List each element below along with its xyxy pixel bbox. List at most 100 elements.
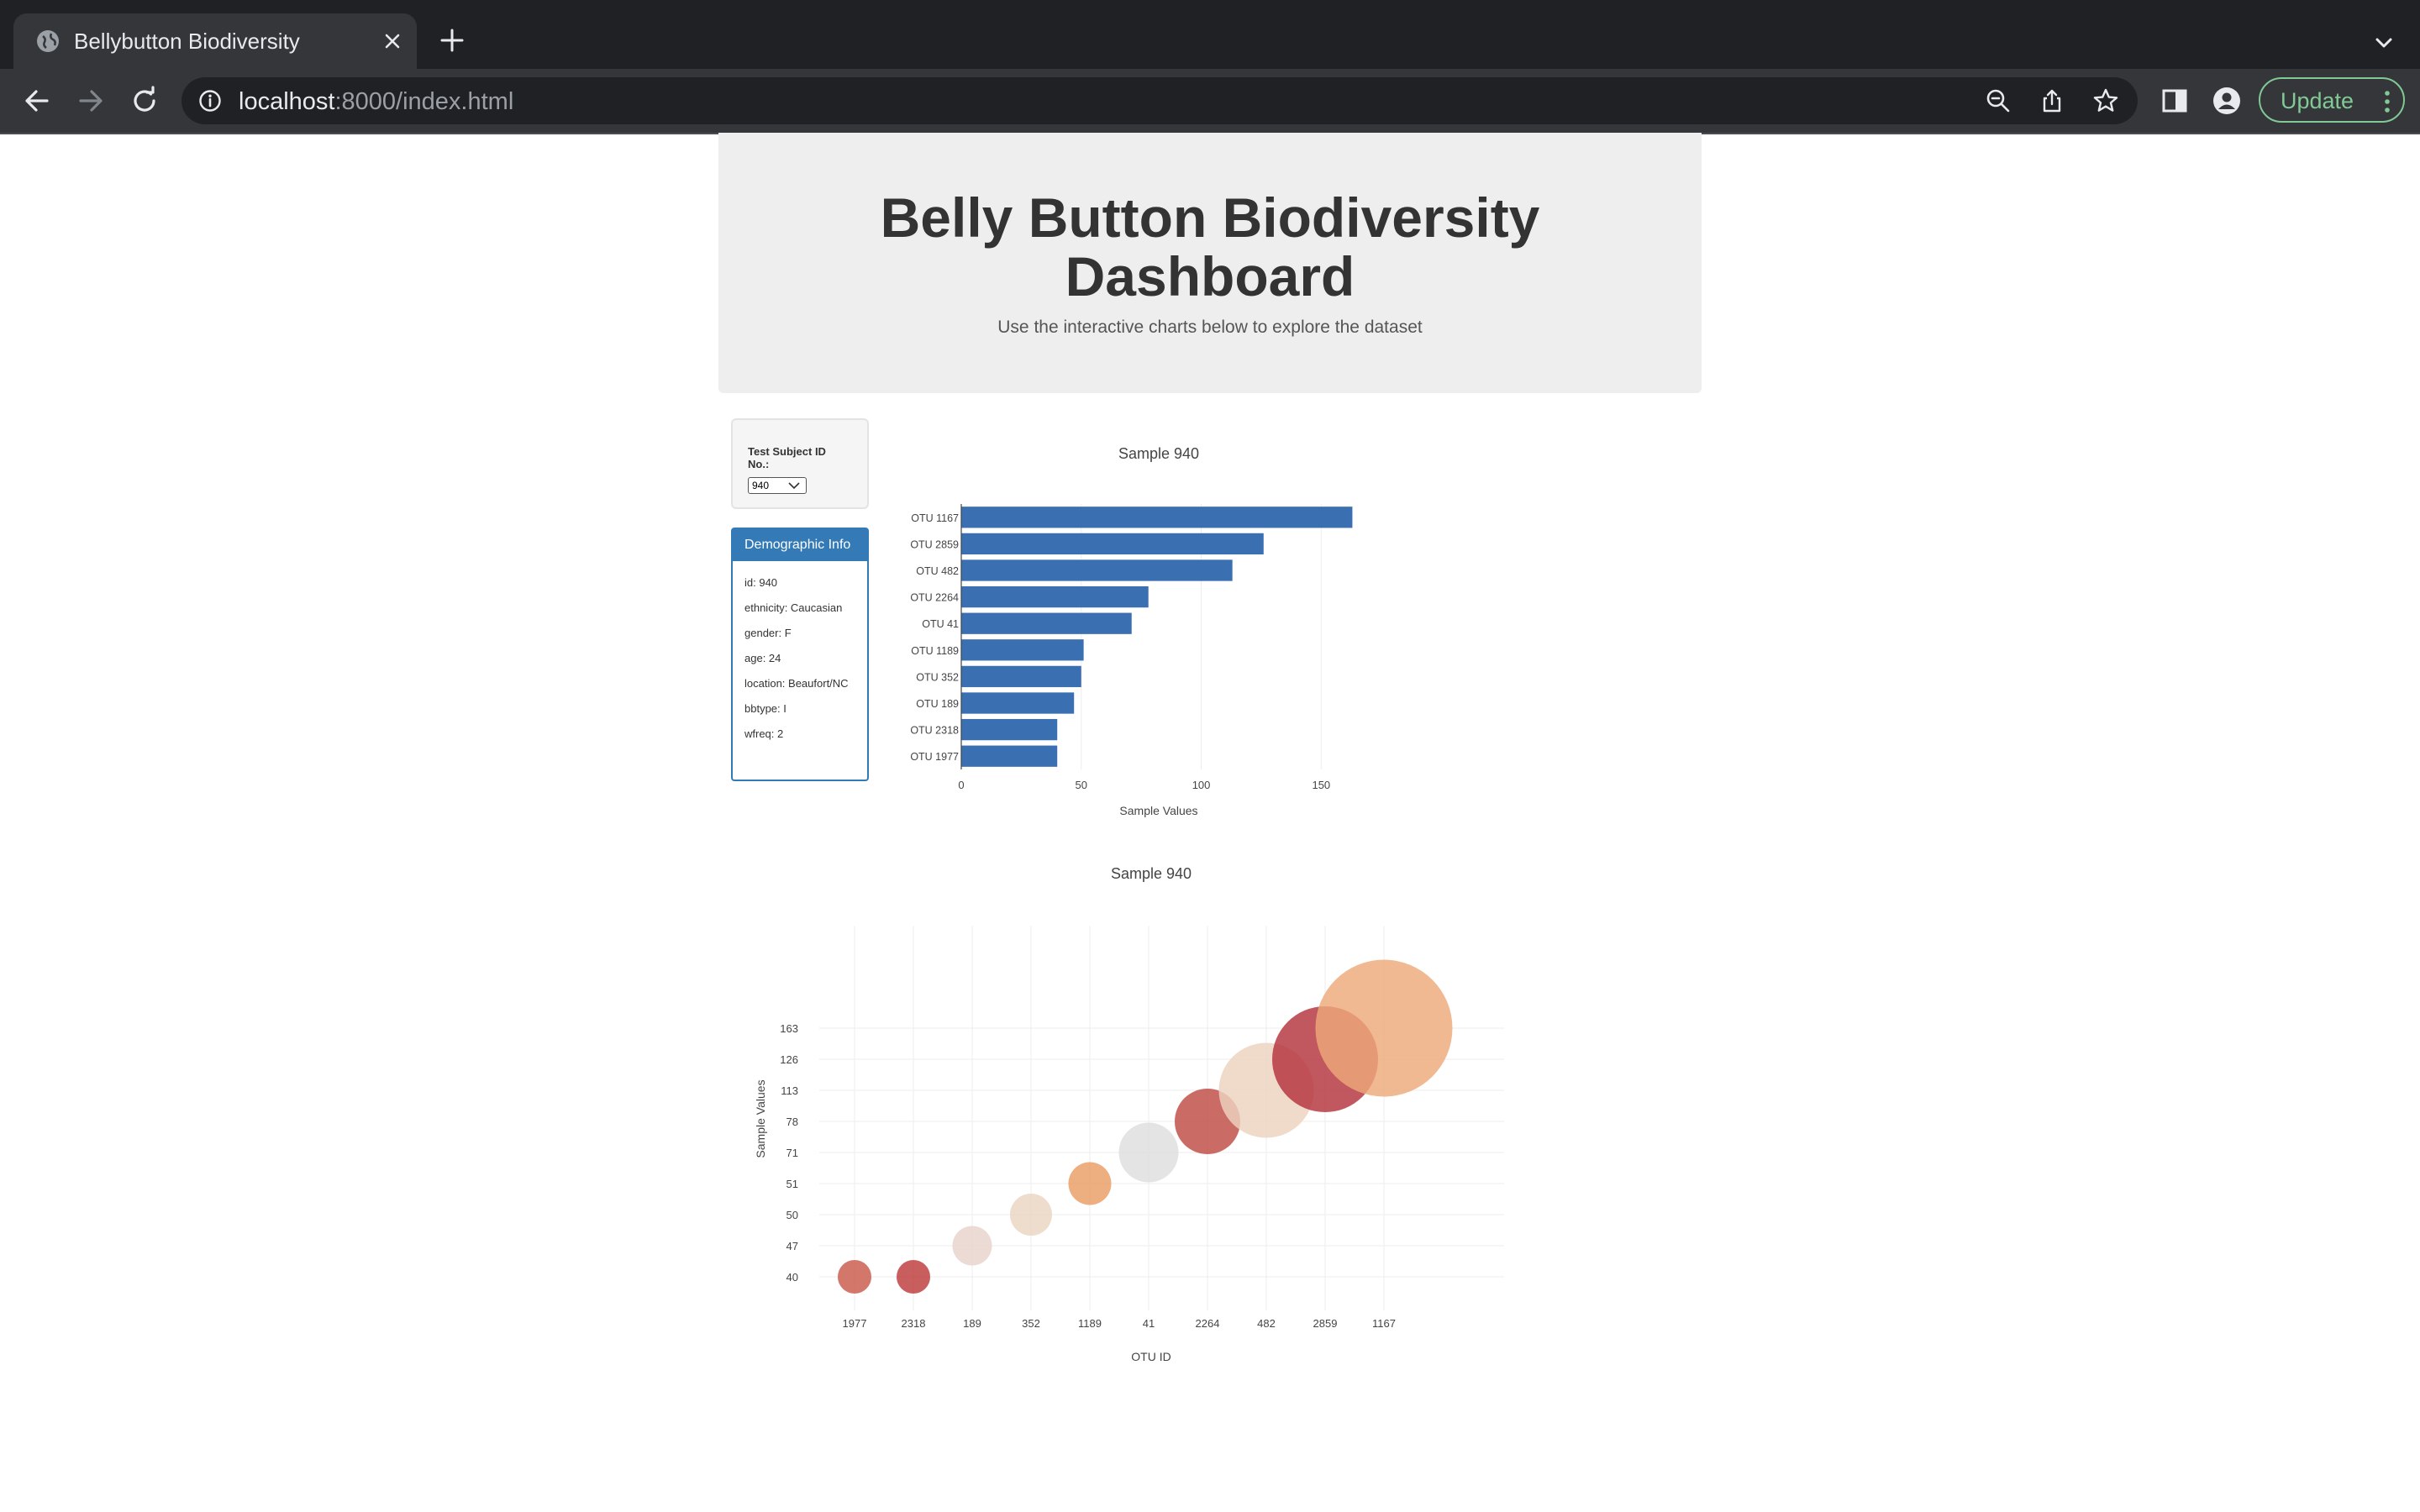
- address-bar[interactable]: localhost :8000/index.html: [182, 77, 2138, 124]
- bubble-x-tick-label-3: 352: [1022, 1317, 1040, 1330]
- update-button[interactable]: Update: [2259, 77, 2405, 123]
- bubble-y-tick-label-8: 163: [780, 1022, 798, 1035]
- url-host: localhost: [239, 88, 335, 115]
- subject-selector-label: Test Subject ID No.:: [748, 445, 826, 470]
- browser-toolbar: localhost :8000/index.html Update: [0, 69, 2420, 134]
- bubble-9: [1315, 959, 1453, 1097]
- bubble-y-tick-label-1: 47: [786, 1240, 798, 1252]
- bar-y-tick-label-2: OTU 482: [916, 565, 959, 577]
- bar-3: [961, 585, 1149, 608]
- bar-x-tick-label-2: 100: [1192, 779, 1211, 791]
- bar-4: [961, 612, 1132, 634]
- bubble-y-tick-label-7: 126: [780, 1053, 798, 1066]
- bubble-y-tick-label-2: 50: [786, 1209, 798, 1221]
- demo-row-ethnicity: ethnicity: Caucasian: [744, 601, 843, 614]
- profile-avatar-icon[interactable]: [2212, 86, 2242, 116]
- demo-row-bbtype: bbtype: I: [744, 702, 786, 715]
- zoom-out-icon[interactable]: [1985, 87, 2012, 114]
- bar-chart-title: Sample 940: [1118, 445, 1199, 462]
- more-vert-icon[interactable]: [2376, 89, 2398, 114]
- bar-y-tick-label-1: OTU 2859: [910, 538, 959, 550]
- demo-row-age: age: 24: [744, 652, 781, 664]
- demo-row-wfreq: wfreq: 2: [744, 727, 784, 740]
- globe-icon: [37, 30, 59, 52]
- side-panel-icon[interactable]: [2160, 86, 2190, 116]
- star-bookmark-icon[interactable]: [2092, 87, 2119, 114]
- bar-0: [961, 507, 1353, 528]
- bubble-2: [952, 1226, 992, 1266]
- bar-y-tick-label-4: OTU 41: [922, 618, 959, 630]
- bar-1: [961, 533, 1264, 555]
- bubble-x-tick-label-2: 189: [963, 1317, 981, 1330]
- bubble-y-axis-label: Sample Values: [754, 1079, 767, 1158]
- bubble-x-tick-label-8: 2859: [1313, 1317, 1338, 1330]
- share-icon[interactable]: [2039, 87, 2065, 114]
- bubble-x-tick-label-1: 2318: [902, 1317, 926, 1330]
- bubble-x-tick-label-9: 1167: [1372, 1317, 1396, 1330]
- bubble-x-tick-label-5: 41: [1143, 1317, 1155, 1330]
- forward-arrow-icon[interactable]: [74, 84, 108, 118]
- header-jumbotron: Belly Button Biodiversity Dashboard Use …: [718, 133, 1702, 393]
- bubble-x-tick-label-6: 2264: [1196, 1317, 1220, 1330]
- bar-x-tick-label-3: 150: [1312, 779, 1330, 791]
- top10-otu-bar-chart: Sample 940 0 50 100 150 OTU 1167 OTU 2859 OTU 4…: [910, 445, 1353, 817]
- page-title-line1: Belly Button Biodiversity: [880, 186, 1540, 249]
- bar-7: [961, 692, 1075, 714]
- page-title-line2: Dashboard: [1065, 245, 1355, 307]
- bar-y-tick-label-0: OTU 1167: [911, 512, 959, 524]
- bar-y-tick-label-9: OTU 1977: [910, 751, 959, 763]
- bar-x-tick-label-0: 0: [958, 779, 964, 791]
- url-path: :8000/index.html: [334, 88, 514, 115]
- reload-icon[interactable]: [128, 84, 161, 118]
- bar-y-tick-label-7: OTU 189: [916, 698, 959, 710]
- new-tab-plus-icon[interactable]: [437, 25, 467, 55]
- bubble-x-tick-label-7: 482: [1257, 1317, 1276, 1330]
- page-subtitle: Use the interactive charts below to expl…: [997, 318, 1423, 337]
- back-arrow-icon[interactable]: [20, 84, 54, 118]
- bar-y-tick-label-6: OTU 352: [916, 671, 959, 683]
- close-icon[interactable]: [378, 27, 407, 55]
- bar-y-tick-label-5: OTU 1189: [911, 645, 959, 657]
- demographic-info-panel: Demographic Info id: 940 ethnicity: Cauc…: [731, 528, 869, 781]
- bar-x-axis-label: Sample Values: [1119, 804, 1197, 817]
- bar-8: [961, 718, 1058, 741]
- bubble-x-tick-label-0: 1977: [843, 1317, 867, 1330]
- bar-x-tick-label-1: 50: [1076, 779, 1087, 791]
- bubble-4: [1068, 1162, 1112, 1205]
- bar-5: [961, 639, 1084, 661]
- page-title: Belly Button Biodiversity Dashboard: [718, 188, 1702, 306]
- chevron-down-icon: [788, 482, 800, 490]
- otu-bubble-chart: Sample 940 1977 2318 189 352 1189 41 2264 482 285…: [754, 865, 1504, 1363]
- bubble-y-tick-label-3: 51: [786, 1178, 798, 1190]
- bubble-3: [1010, 1194, 1052, 1236]
- demographic-info-heading: Demographic Info: [733, 529, 867, 561]
- demo-row-id: id: 940: [744, 576, 778, 589]
- bubble-chart-title: Sample 940: [1111, 865, 1192, 882]
- info-icon[interactable]: [198, 89, 222, 113]
- bubble-5: [1118, 1122, 1179, 1183]
- bubble-0: [838, 1260, 871, 1294]
- bubble-x-axis-label: OTU ID: [1131, 1350, 1171, 1363]
- browser-tab[interactable]: Bellybutton Biodiversity: [13, 13, 417, 69]
- bar-2: [961, 559, 1233, 581]
- subject-id-dropdown[interactable]: 940: [748, 477, 807, 494]
- tab-title: Bellybutton Biodiversity: [74, 29, 300, 54]
- chevron-down-icon[interactable]: [2370, 29, 2398, 57]
- bar-6: [961, 665, 1081, 688]
- bubble-y-tick-label-5: 78: [786, 1116, 798, 1128]
- bubble-y-tick-label-4: 71: [786, 1147, 798, 1159]
- bubble-y-tick-label-0: 40: [786, 1271, 798, 1284]
- demo-row-gender: gender: F: [744, 627, 792, 639]
- update-label: Update: [2281, 88, 2354, 113]
- demographic-info-body: id: 940 ethnicity: Caucasian gender: F a…: [744, 575, 859, 751]
- bar-y-tick-label-3: OTU 2264: [910, 592, 959, 604]
- demo-row-location: location: Beaufort/NC: [744, 677, 849, 690]
- bubble-y-tick-label-6: 113: [781, 1084, 798, 1097]
- subject-id-value: 940: [752, 480, 770, 491]
- subject-selector-well: Test Subject ID No.: 940: [731, 418, 869, 509]
- browser-tab-strip: Bellybutton Biodiversity: [0, 0, 2420, 69]
- bar-9: [961, 745, 1058, 767]
- bubble-x-tick-label-4: 1189: [1078, 1317, 1102, 1330]
- bubble-1: [897, 1260, 930, 1294]
- bar-y-tick-label-8: OTU 2318: [910, 725, 959, 737]
